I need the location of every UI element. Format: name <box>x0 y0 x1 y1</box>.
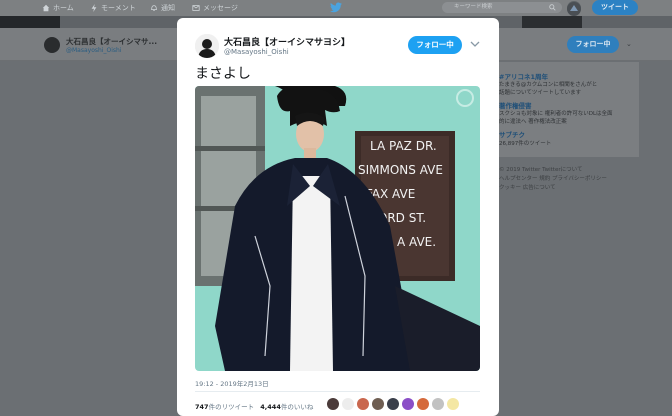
chevron-down-icon[interactable]: ⌄ <box>626 40 632 48</box>
lightning-icon <box>91 4 97 12</box>
footer-links[interactable]: © 2019 Twitter Twitterについて <box>499 165 582 173</box>
person-avatar-icon <box>195 34 219 58</box>
follow-button[interactable]: フォロー中 <box>408 36 462 54</box>
sign-line: A AVE. <box>397 235 436 249</box>
nav-notifications[interactable]: 通知 <box>150 2 175 14</box>
liker-avatar[interactable] <box>417 398 429 410</box>
trend-desc: スクショも対象に 権利者の許可ないDLは全面 <box>499 111 613 117</box>
sign-line: SIMMONS AVE <box>358 163 443 177</box>
liker-avatar[interactable] <box>387 398 399 410</box>
nav-home[interactable]: ホーム <box>42 2 74 14</box>
background-follow-button[interactable]: フォロー中 <box>567 36 619 53</box>
background-profile-handle[interactable]: @Masayoshi_Oishi <box>66 47 121 54</box>
trend-desc: たまきる@カクムコンに相聞をさんがと <box>499 82 598 88</box>
chevron-down-icon[interactable] <box>470 40 480 48</box>
home-icon <box>42 4 50 12</box>
trend-tag[interactable]: サブチク <box>499 129 525 139</box>
background-profile-name: 大石昌良【オーイシマサ... <box>66 37 158 46</box>
background-avatar[interactable] <box>44 37 60 53</box>
bell-icon <box>151 5 157 11</box>
liker-avatar[interactable] <box>402 398 414 410</box>
nav-moments[interactable]: モーメント <box>90 2 136 14</box>
liker-avatar[interactable] <box>357 398 369 410</box>
search-icon[interactable] <box>549 4 556 11</box>
tweet-stats: 747件のリツイート 4,444件のいいね <box>195 403 314 411</box>
retweet-count[interactable]: 747 <box>195 403 209 411</box>
trend-desc: 話題についてツイートしています <box>499 90 582 96</box>
search-input[interactable]: キーワード検索 <box>442 2 562 13</box>
sign-line: LA PAZ DR. <box>370 139 437 153</box>
tweet-photo[interactable]: LA PAZ DR. SIMMONS AVE FAX AVE FORD ST. … <box>195 86 480 371</box>
liker-avatar[interactable] <box>372 398 384 410</box>
liker-avatar[interactable] <box>432 398 444 410</box>
divider <box>195 391 480 392</box>
liker-avatar[interactable] <box>327 398 339 410</box>
photo-image: LA PAZ DR. SIMMONS AVE FAX AVE FORD ST. … <box>195 86 480 371</box>
account-avatar-icon <box>567 2 581 16</box>
trend-desc: 26,897件のツイート <box>499 141 552 147</box>
nav-messages[interactable]: メッセージ <box>192 2 238 14</box>
tweet-timestamp[interactable]: 19:12 - 2019年2月13日 <box>195 378 269 388</box>
liker-avatars <box>327 398 462 410</box>
tweet-text: まさよし <box>195 66 251 82</box>
liker-avatar[interactable] <box>342 398 354 410</box>
envelope-icon <box>192 5 200 11</box>
nav-avatar[interactable] <box>567 1 581 16</box>
tweet-author-avatar[interactable] <box>195 34 219 58</box>
liker-avatar[interactable] <box>447 398 459 410</box>
trend-desc: 的に違法へ 著作権法改正案 <box>499 119 567 125</box>
tweet-button[interactable]: ツイート <box>592 0 638 15</box>
footer-links[interactable]: ヘルプセンター 規約 プライバシーポリシー <box>499 174 607 182</box>
twitter-bird-icon[interactable] <box>330 2 342 13</box>
tweet-author-name[interactable]: 大石昌良【オーイシマサヨシ】 <box>224 35 350 48</box>
like-count[interactable]: 4,444 <box>260 403 281 411</box>
tweet-author-handle[interactable]: @Masayoshi_Oishi <box>224 48 289 56</box>
footer-links[interactable]: クッキー 広告について <box>499 183 556 191</box>
